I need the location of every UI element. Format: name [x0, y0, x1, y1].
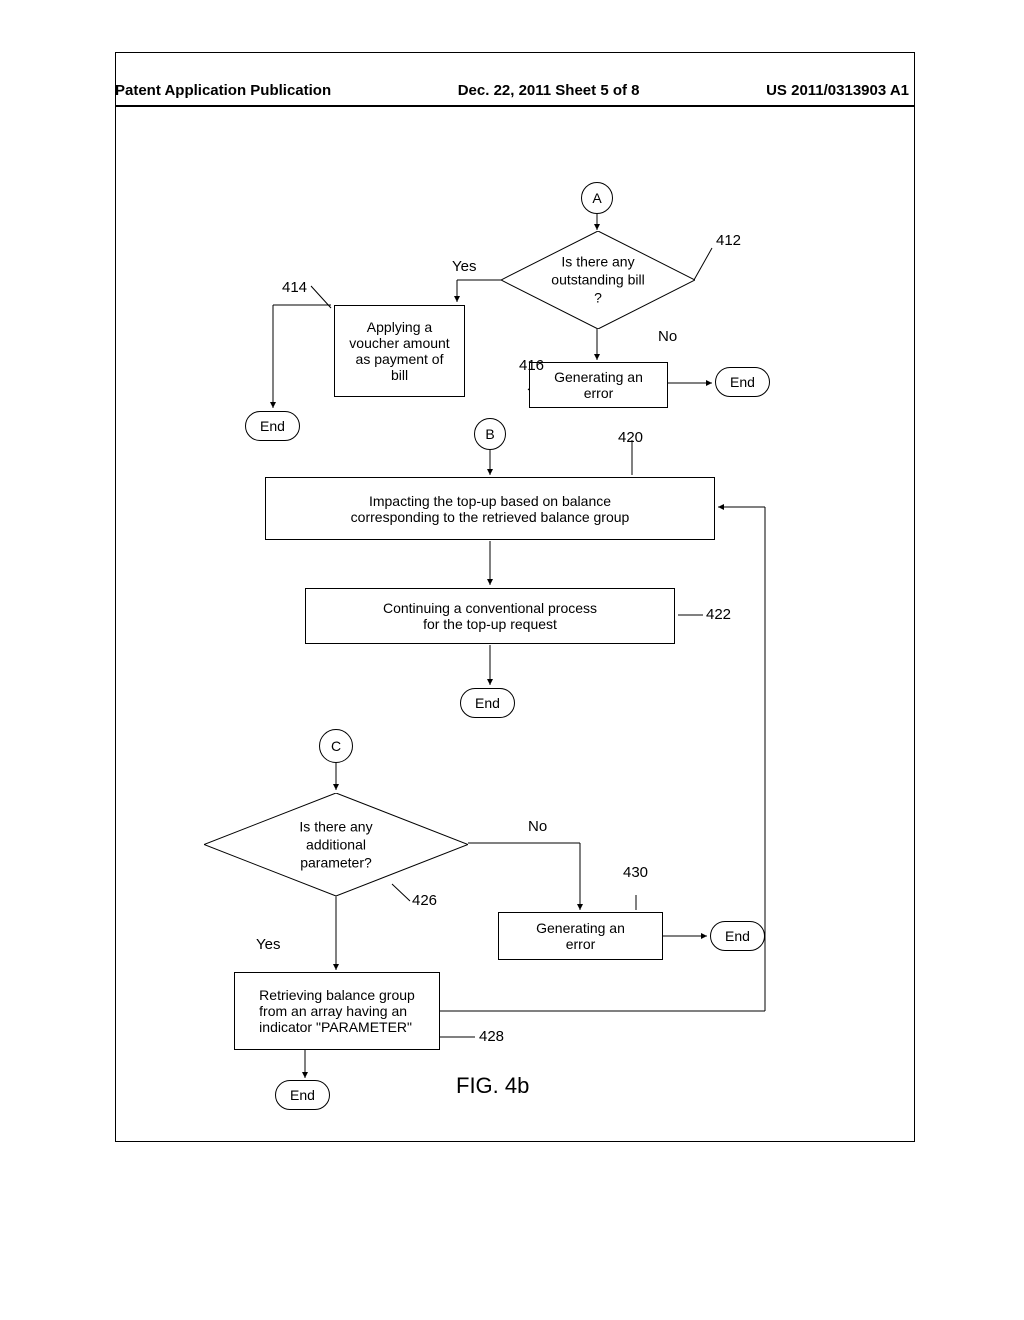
- connector-a-label: A: [592, 190, 601, 206]
- ref-420: 420: [618, 429, 643, 446]
- connector-b-label: B: [485, 426, 494, 442]
- figure-label: FIG. 4b: [456, 1073, 529, 1099]
- ref-414: 414: [282, 279, 307, 296]
- process-430-text: Generating an error: [536, 920, 625, 952]
- terminator-end-416-text: End: [730, 374, 755, 390]
- terminator-end-422-text: End: [475, 695, 500, 711]
- label-no-426: No: [528, 818, 547, 835]
- terminator-end-414: End: [245, 411, 300, 441]
- ref-422: 422: [706, 606, 731, 623]
- terminator-end-428: End: [275, 1080, 330, 1110]
- process-416: Generating an error: [529, 362, 668, 408]
- terminator-end-430-text: End: [725, 928, 750, 944]
- ref-428: 428: [479, 1028, 504, 1045]
- connector-a: A: [581, 182, 613, 214]
- terminator-end-428-text: End: [290, 1087, 315, 1103]
- terminator-end-430: End: [710, 921, 765, 951]
- terminator-end-422: End: [460, 688, 515, 718]
- label-no-412: No: [658, 328, 677, 345]
- process-428-text: Retrieving balance group from an array h…: [259, 987, 415, 1035]
- process-414-text: Applying a voucher amount as payment of …: [349, 319, 449, 383]
- decision-426: Is there any additional parameter?: [204, 793, 468, 896]
- process-416-text: Generating an error: [554, 369, 643, 401]
- decision-426-text: Is there any additional parameter?: [270, 817, 402, 872]
- process-428: Retrieving balance group from an array h…: [234, 972, 440, 1050]
- page: Patent Application Publication Dec. 22, …: [0, 0, 1024, 1320]
- process-414: Applying a voucher amount as payment of …: [334, 305, 465, 397]
- process-422-text: Continuing a conventional process for th…: [383, 600, 597, 632]
- connector-b: B: [474, 418, 506, 450]
- ref-430: 430: [623, 864, 648, 881]
- process-420-text: Impacting the top-up based on balance co…: [351, 493, 630, 525]
- connector-c: C: [319, 729, 353, 763]
- ref-412: 412: [716, 232, 741, 249]
- decision-412: Is there any outstanding bill ?: [501, 231, 695, 329]
- process-420: Impacting the top-up based on balance co…: [265, 477, 715, 540]
- label-yes-426: Yes: [256, 936, 280, 953]
- terminator-end-414-text: End: [260, 418, 285, 434]
- process-422: Continuing a conventional process for th…: [305, 588, 675, 644]
- ref-426: 426: [412, 892, 437, 909]
- decision-412-text: Is there any outstanding bill ?: [550, 253, 647, 308]
- process-430: Generating an error: [498, 912, 663, 960]
- connector-c-label: C: [331, 738, 341, 754]
- ref-416: 416: [519, 357, 544, 374]
- terminator-end-416: End: [715, 367, 770, 397]
- label-yes-412: Yes: [452, 258, 476, 275]
